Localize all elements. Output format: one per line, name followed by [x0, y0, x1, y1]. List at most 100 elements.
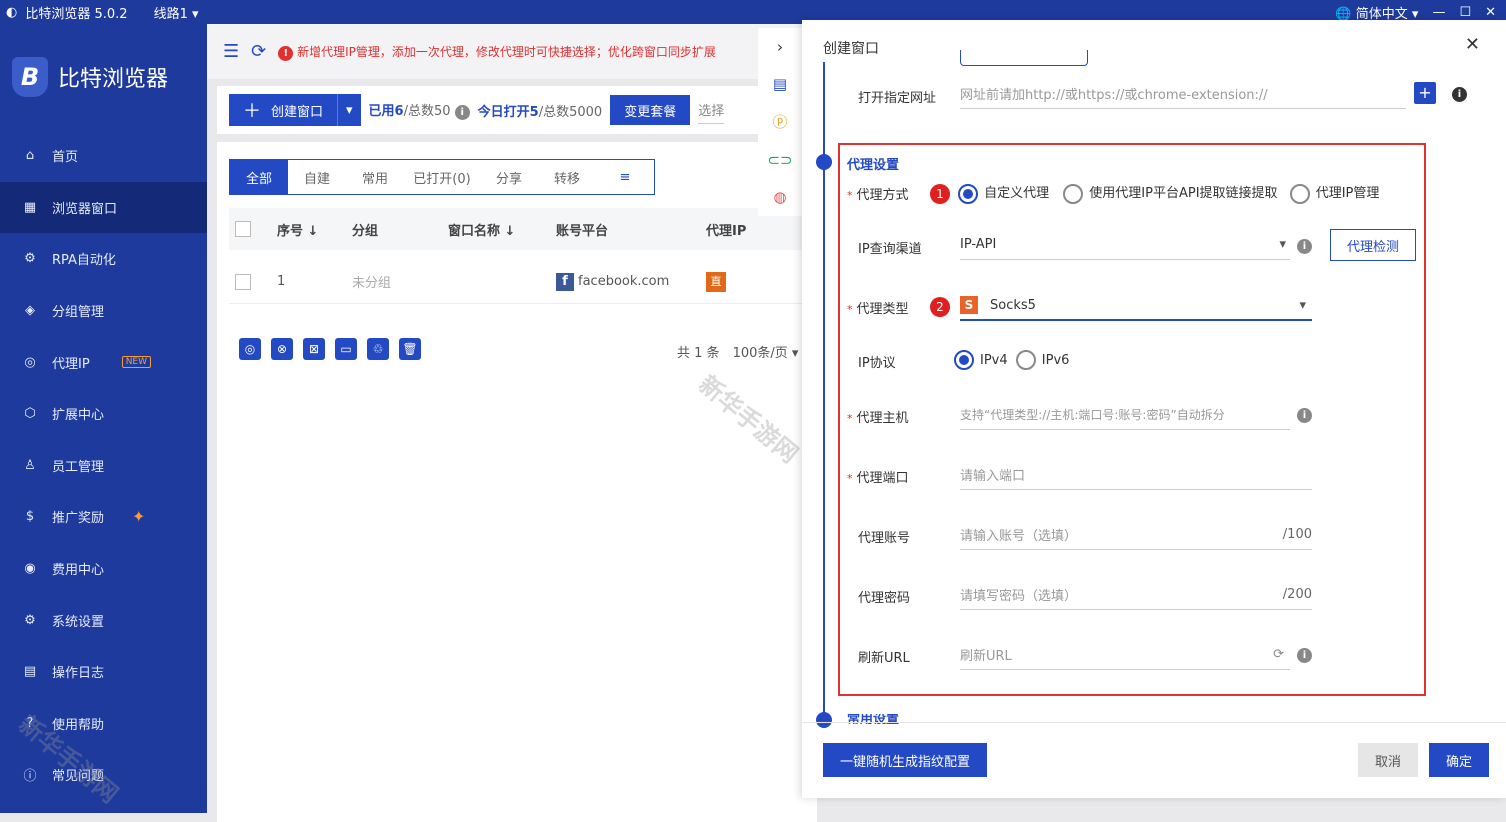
delete-icon[interactable]: 🗑: [399, 338, 421, 360]
radio-proxy-manager[interactable]: 代理IP管理: [1289, 183, 1379, 204]
proxy-check-button[interactable]: 代理检测: [1330, 229, 1416, 261]
logo-mark-icon: B: [12, 57, 48, 97]
tab-self[interactable]: 自建: [288, 160, 346, 194]
tab-transfer[interactable]: 转移: [538, 160, 596, 194]
sidebar-item-8[interactable]: ◉ 费用中心: [0, 543, 207, 595]
refresh-url-info[interactable]: i: [1297, 647, 1312, 663]
sidebar-icon: ⌂: [25, 148, 35, 164]
refresh-icon[interactable]: ⟳: [251, 41, 266, 62]
proxy-mode-radios: 1 自定义代理 使用代理IP平台API提取链接提取 代理IP管理: [930, 182, 1379, 204]
sidebar-item-label: 推广奖励: [52, 511, 105, 527]
row-platform: f facebook.com: [556, 272, 706, 291]
proxy-host-input[interactable]: 支持“代理类型://主机:端口号:账号:密码”自动拆分: [960, 400, 1290, 430]
language-select[interactable]: 🌐 简体中文 ▾: [1335, 3, 1418, 22]
sidebar-item-label: 使用帮助: [52, 717, 105, 733]
random-fingerprint-button[interactable]: 一键随机生成指纹配置: [823, 743, 987, 777]
radio-api-proxy[interactable]: 使用代理IP平台API提取链接提取: [1063, 183, 1278, 204]
sidebar-item-4[interactable]: ◎ 代理IP NEW: [0, 336, 207, 388]
select-input[interactable]: 选择: [698, 96, 725, 124]
tab-all[interactable]: 全部: [230, 160, 288, 194]
sidebar-item-5[interactable]: ⬡ 扩展中心: [0, 388, 207, 440]
open-url-label: 打开指定网址: [858, 91, 937, 106]
chevron-down-icon: ▾: [1279, 237, 1286, 252]
sidebar-icon: ◈: [25, 303, 35, 319]
add-url-button[interactable]: +: [1414, 82, 1436, 104]
row-checkbox[interactable]: [235, 273, 251, 290]
ip-channel-select[interactable]: IP-API ▾: [960, 230, 1290, 260]
sidebar-icon: ⬡: [24, 406, 36, 422]
page-size-select[interactable]: 100条/页: [733, 346, 788, 361]
info-icon[interactable]: i: [454, 105, 470, 120]
close-window-button[interactable]: ✕: [1485, 5, 1496, 20]
maximize-button[interactable]: ☐: [1459, 5, 1471, 20]
radio-custom-proxy[interactable]: 自定义代理: [958, 183, 1049, 204]
radio-on-icon: [958, 183, 979, 204]
minimize-button[interactable]: —: [1432, 5, 1445, 20]
sidebar-item-9[interactable]: ⚙ 系统设置: [0, 594, 207, 646]
open-url-info-icon[interactable]: i: [1452, 86, 1467, 102]
radio-ipv4[interactable]: IPv4: [954, 350, 1008, 370]
create-dropdown-button[interactable]: ▾: [337, 94, 361, 126]
radio-off-icon: [1015, 350, 1036, 370]
change-plan-button[interactable]: 变更套餐: [610, 95, 691, 125]
app-title: 比特浏览器 5.0.2: [25, 6, 128, 22]
sidebar-item-12[interactable]: ⓘ 常见问题: [0, 749, 207, 801]
previous-input-edge: [960, 50, 1088, 66]
collapse-menu-icon[interactable]: ☰: [223, 41, 239, 62]
message-icon[interactable]: ▤: [773, 66, 787, 104]
chevron-down-icon: ▾: [346, 102, 353, 118]
sparkle-icon: ✦: [132, 507, 146, 527]
sidebar-item-6[interactable]: ♙ 员工管理: [0, 440, 207, 492]
select-all-checkbox[interactable]: [235, 221, 251, 237]
sort-icon[interactable]: ≡: [596, 160, 654, 194]
tab-common[interactable]: 常用: [346, 160, 404, 194]
col-index[interactable]: 序号 ↓: [277, 220, 352, 239]
radio-ipv6[interactable]: IPv6: [1015, 350, 1069, 370]
open-all-icon[interactable]: ◎: [239, 338, 261, 360]
proxy-password-input[interactable]: 请填写密码（选填） /200: [960, 580, 1312, 610]
close-all-icon[interactable]: ⊗: [271, 338, 293, 360]
refresh-url-input[interactable]: 刷新URL ⟳: [960, 640, 1290, 670]
table-row[interactable]: 1 未分组 f facebook.com 直: [229, 260, 817, 304]
toggle-icon[interactable]: ⊂⊃: [767, 141, 792, 179]
col-proxy: 代理IP: [706, 223, 747, 239]
sidebar-icon: ♙: [24, 457, 36, 473]
sidebar-item-1[interactable]: ▦ 浏览器窗口: [0, 181, 207, 234]
recycle-icon[interactable]: ♲: [367, 338, 389, 360]
socks-icon: S: [960, 296, 978, 314]
col-window-name[interactable]: 窗口名称 ↓: [448, 220, 556, 239]
tab-opened[interactable]: 已打开(0): [404, 160, 480, 194]
cancel-button[interactable]: 取消: [1358, 743, 1418, 777]
sidebar-item-11[interactable]: ? 使用帮助: [0, 698, 207, 750]
proxy-type-select[interactable]: S Socks5 ▾: [960, 291, 1312, 321]
window-icon[interactable]: ▭: [335, 338, 357, 360]
ip-channel-info[interactable]: i: [1297, 238, 1312, 254]
ok-button[interactable]: 确定: [1429, 743, 1489, 777]
proxy-host-info[interactable]: i: [1297, 407, 1312, 423]
proxy-port-label: * 代理端口: [847, 471, 909, 486]
dialog-close-icon[interactable]: ✕: [1465, 34, 1480, 55]
sidebar-item-2[interactable]: ⚙ RPA自动化: [0, 233, 207, 285]
toolbar: ＋ 创建窗口 ▾ 已用6/总数50 i 今日打开5/总数5000 变更套餐 选择: [217, 86, 817, 134]
proxy-account-input[interactable]: 请输入账号（选填） /100: [960, 520, 1312, 550]
ipv4-label: IPv4: [980, 352, 1008, 368]
chevron-right-icon[interactable]: ›: [777, 28, 783, 66]
ip-icon[interactable]: ⓟ: [772, 103, 787, 141]
radio-off-icon: [1063, 183, 1084, 204]
create-window-button[interactable]: ＋ 创建窗口: [229, 94, 338, 126]
open-url-input[interactable]: 网址前请加http://或https://或chrome-extension:/…: [960, 79, 1406, 109]
sidebar-item-3[interactable]: ◈ 分组管理: [0, 285, 207, 337]
proxy-port-input[interactable]: 请输入端口: [960, 460, 1312, 490]
sidebar-item-10[interactable]: ▤ 操作日志: [0, 646, 207, 698]
fingerprint-icon[interactable]: ◍: [773, 178, 786, 216]
filter-tabs: 全部 自建 常用 已打开(0) 分享 转移 ≡: [229, 159, 655, 195]
line-select[interactable]: 线路1 ▾: [154, 3, 199, 22]
notice-text: ! 新增代理IP管理，添加一次代理，修改代理时可快捷选择；优化跨窗口同步扩展: [278, 43, 716, 61]
sidebar-item-0[interactable]: ⌂ 首页: [0, 130, 207, 182]
refresh-icon[interactable]: ⟳: [1273, 647, 1284, 662]
sidebar-item-7[interactable]: $ 推广奖励 ✦: [0, 491, 207, 543]
sidebar-item-label: 首页: [52, 150, 79, 166]
close-box-icon[interactable]: ⊠: [303, 338, 325, 360]
tab-share[interactable]: 分享: [480, 160, 538, 194]
footer-divider: [802, 722, 1506, 723]
